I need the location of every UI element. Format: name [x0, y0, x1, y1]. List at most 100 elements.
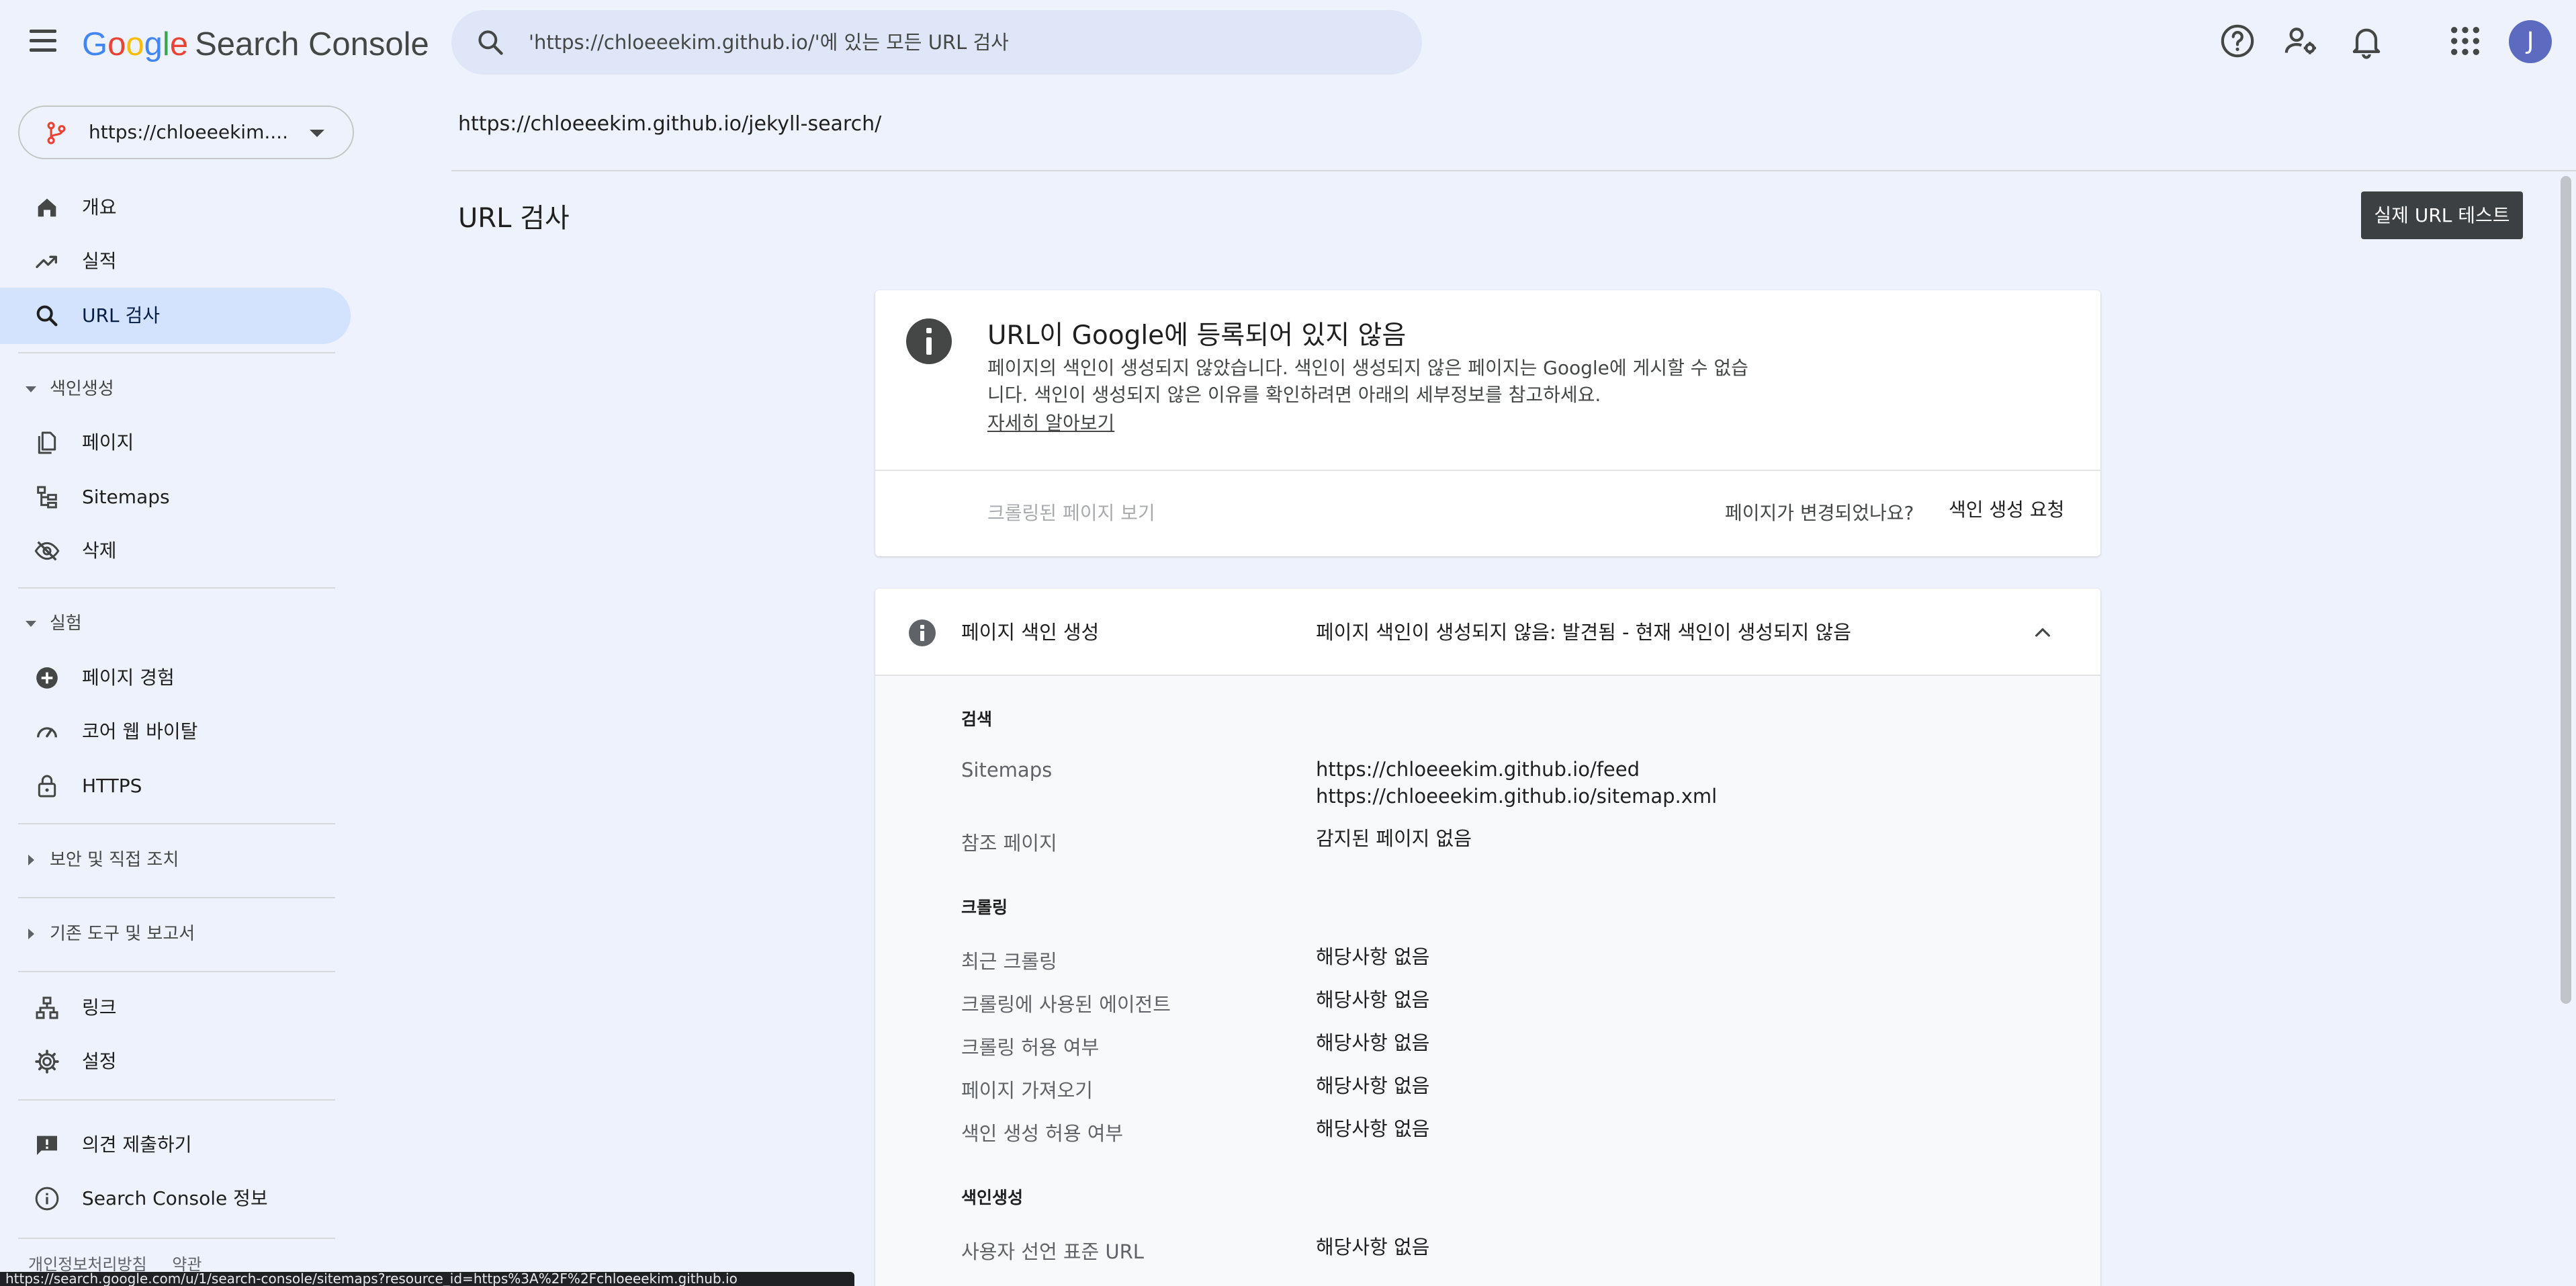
nav-url-inspection[interactable]: URL 검사: [0, 288, 351, 344]
info-icon: [906, 318, 952, 364]
feedback-icon: [37, 1135, 57, 1155]
terms-link[interactable]: 약관: [172, 1255, 202, 1274]
sidebar-divider: [18, 1238, 335, 1239]
test-live-url-button[interactable]: 실제 URL 테스트: [2361, 191, 2523, 239]
request-indexing-button[interactable]: 색인 생성 요청: [1949, 492, 2064, 528]
indexing-section-title: 색인생성: [961, 1188, 1024, 1207]
last-crawl-value: 해당사항 없음: [1316, 945, 1430, 968]
nav-label: URL 검사: [82, 304, 160, 327]
privacy-policy-link[interactable]: 개인정보처리방침: [28, 1255, 147, 1274]
product-name: Search Console: [195, 26, 429, 62]
nav-label: 실적: [82, 250, 117, 272]
manage-users-icon[interactable]: [2282, 22, 2320, 60]
property-label: https://chloeeekim....: [89, 121, 288, 143]
settings-icon: [35, 1049, 59, 1074]
crawled-as-label: 크롤링에 사용된 에이전트: [961, 993, 1171, 1016]
section-label: 보안 및 직접 조치: [50, 850, 179, 870]
section-label: 기존 도구 및 보고서: [50, 924, 195, 944]
nav-core-web-vitals[interactable]: 코어 웹 바이탈: [0, 703, 351, 760]
indexing-allowed-value: 해당사항 없음: [1316, 1117, 1430, 1140]
nav-label: 페이지 경험: [82, 667, 175, 689]
status-description: 페이지의 색인이 생성되지 않았습니다. 색인이 생성되지 않은 페이지는 Go…: [987, 357, 1748, 406]
view-crawled-page-button[interactable]: 크롤링된 페이지 보기: [987, 499, 1155, 525]
trending-up-icon: [36, 255, 58, 268]
add-circle-icon: [36, 667, 58, 689]
page-indexing-status: 페이지 색인이 생성되지 않음: 발견됨 - 현재 색인이 생성되지 않음: [1316, 621, 1851, 644]
page-indexing-card: 페이지 색인 생성 페이지 색인이 생성되지 않음: 발견됨 - 현재 색인이 …: [875, 589, 2100, 1286]
browser-status-bar: https://search.google.com/u/1/search-con…: [0, 1272, 854, 1286]
collapse-arrow-icon: [28, 929, 34, 939]
visibility-off-icon: [34, 541, 60, 561]
indexing-allowed-label: 색인 생성 허용 여부: [961, 1122, 1124, 1145]
info-icon: [35, 1187, 59, 1211]
main-menu-icon[interactable]: [24, 20, 64, 60]
page-fetch-value: 해당사항 없음: [1316, 1074, 1430, 1097]
logo-letter: e: [169, 26, 189, 62]
apps-grid-icon[interactable]: [2446, 22, 2484, 60]
nav-links[interactable]: 링크: [0, 980, 351, 1036]
nav-about-search-console[interactable]: Search Console 정보: [0, 1170, 351, 1227]
page-indexing-header[interactable]: 페이지 색인 생성 페이지 색인이 생성되지 않음: 발견됨 - 현재 색인이 …: [875, 589, 2100, 676]
last-crawl-label: 최근 크롤링: [961, 950, 1057, 973]
sitemaps-label: Sitemaps: [961, 759, 1053, 781]
nav-label: 코어 웹 바이탈: [82, 720, 198, 742]
status-title: URL이 Google에 등록되어 있지 않음: [987, 320, 1407, 351]
header-divider: [451, 170, 2576, 171]
top-bar: Google Search Console 'https://chloeeekim…: [0, 0, 2576, 84]
logo-letter: o: [126, 26, 144, 62]
sidebar-divider: [18, 587, 335, 589]
logo-letter: g: [144, 26, 163, 62]
sidebar-divider: [18, 1099, 335, 1101]
card-divider: [875, 470, 2100, 471]
crawled-as-value: 해당사항 없음: [1316, 988, 1430, 1011]
page-fetch-label: 페이지 가져오기: [961, 1079, 1093, 1102]
discovery-section-title: 검색: [961, 710, 993, 729]
nav-settings[interactable]: 설정: [0, 1033, 351, 1090]
sidebar-footer: 개인정보처리방침 약관: [28, 1251, 222, 1275]
section-label: 색인생성: [50, 379, 114, 399]
help-icon[interactable]: [2219, 22, 2256, 60]
nav-page-experience[interactable]: 페이지 경험: [0, 650, 351, 706]
section-security-toggle[interactable]: 보안 및 직접 조치: [0, 837, 351, 884]
account-avatar[interactable]: J: [2509, 20, 2552, 63]
nav-label: 개요: [82, 196, 117, 218]
property-branch-icon: [47, 122, 66, 144]
notifications-icon[interactable]: [2348, 22, 2385, 60]
user-canonical-value: 해당사항 없음: [1316, 1236, 1430, 1258]
url-inspection-search-input[interactable]: 'https://chloeeekim.github.io/'에 있는 모든 U…: [451, 10, 1422, 75]
section-experience-toggle[interactable]: 실험: [0, 600, 351, 647]
url-status-card: URL이 Google에 등록되어 있지 않음 페이지의 색인이 생성되지 않았…: [875, 290, 2100, 556]
section-legacy-toggle[interactable]: 기존 도구 및 보고서: [0, 910, 351, 957]
nav-sitemaps[interactable]: Sitemaps: [0, 469, 351, 525]
info-icon: [909, 619, 936, 646]
page-indexing-label: 페이지 색인 생성: [961, 621, 1100, 644]
nav-pages[interactable]: 페이지: [0, 415, 351, 471]
nav-label: 의견 제출하기: [82, 1133, 192, 1156]
nav-submit-feedback[interactable]: 의견 제출하기: [0, 1117, 351, 1173]
links-icon: [36, 996, 58, 1019]
search-console-logo[interactable]: Google Search Console: [82, 26, 429, 66]
nav-performance[interactable]: 실적: [0, 233, 351, 290]
nav-label: Sitemaps: [82, 486, 170, 508]
nav-label: 삭제: [82, 540, 117, 562]
sitemap-url[interactable]: https://chloeeekim.github.io/sitemap.xml: [1316, 783, 1717, 810]
nav-https[interactable]: HTTPS: [0, 758, 351, 814]
logo-letter: G: [82, 26, 108, 62]
sitemap-url[interactable]: https://chloeeekim.github.io/feed: [1316, 756, 1640, 783]
nav-removals[interactable]: 삭제: [0, 523, 351, 579]
scrollbar-thumb[interactable]: [2561, 176, 2571, 1004]
learn-more-link[interactable]: 자세히 알아보기: [987, 409, 1114, 435]
pages-icon: [38, 431, 56, 454]
nav-label: Search Console 정보: [82, 1187, 268, 1209]
section-indexing-toggle[interactable]: 색인생성: [0, 366, 351, 413]
nav-overview[interactable]: 개요: [0, 179, 351, 236]
chevron-up-icon[interactable]: [2032, 622, 2053, 644]
section-label: 실험: [50, 613, 82, 634]
logo-letter: o: [107, 26, 126, 62]
property-selector[interactable]: https://chloeeekim....: [18, 105, 354, 159]
speed-gauge-icon: [37, 727, 57, 738]
nav-label: 설정: [82, 1050, 117, 1072]
sidebar-divider: [18, 971, 335, 972]
lock-icon: [38, 775, 56, 798]
page-changed-prompt: 페이지가 변경되었나요?: [1725, 502, 1914, 524]
